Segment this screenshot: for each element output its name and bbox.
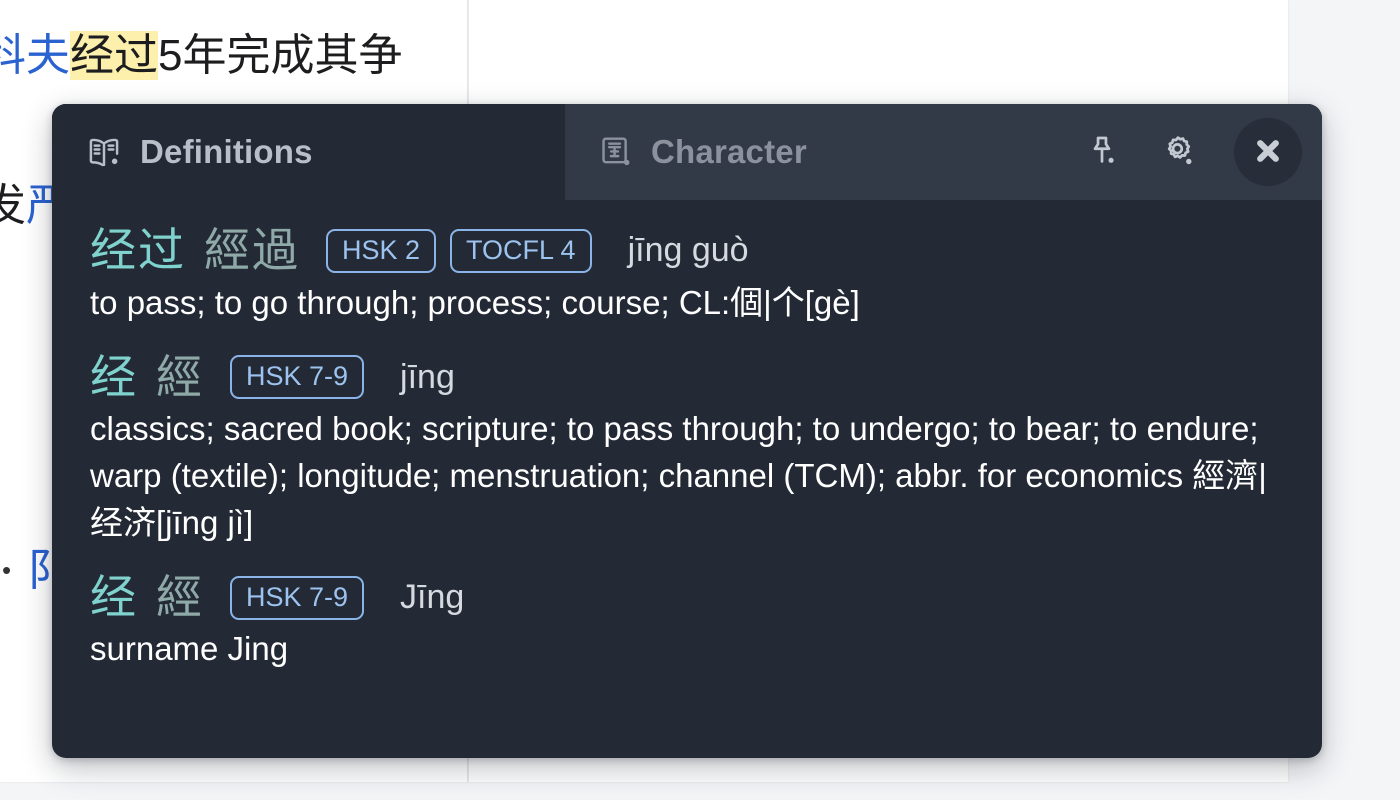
close-icon [1251,134,1285,171]
popup-header: Definitions Character [52,104,1322,200]
dictionary-entry: 经 經 HSK 7-9 Jīng surname Jing [90,572,1288,674]
tab-character[interactable]: Character [565,104,841,200]
dictionary-entry: 经 經 HSK 7-9 jīng classics; sacred book; … [90,352,1288,547]
level-badges: HSK 7-9 [230,575,365,620]
character-card-icon [599,135,633,169]
definition-text: classics; sacred book; scripture; to pas… [90,410,1267,541]
entry-header: 经 經 HSK 7-9 Jīng [90,572,1288,623]
tocfl-badge: TOCFL 4 [450,228,592,273]
tab-definitions-label: Definitions [140,133,313,170]
simplified-headword[interactable]: 经过 [90,225,186,276]
page-link-text[interactable]: 科夫 [0,31,70,80]
gear-icon [1160,133,1196,172]
traditional-headword[interactable]: 經過 [204,225,300,276]
hsk-badge: HSK 2 [326,228,437,273]
settings-button[interactable] [1154,128,1202,176]
header-spacer [841,104,1078,200]
book-icon [86,136,122,168]
definition-text: to pass; to go through; process; course;… [90,283,860,321]
dictionary-entry: 经过 經過 HSK 2 TOCFL 4 jīng guò to pass; to… [90,225,1288,327]
page-text-line-1: 科夫经过5年完成其争 [0,30,402,83]
definitions-list: 经过 經過 HSK 2 TOCFL 4 jīng guò to pass; to… [52,200,1322,758]
close-button[interactable] [1234,118,1302,186]
entry-header: 经 經 HSK 7-9 jīng [90,352,1288,403]
pin-icon [1085,134,1119,171]
tab-definitions[interactable]: Definitions [52,104,565,200]
pinyin-reading: Jīng [400,578,465,617]
pinyin-reading: jīng guò [627,231,749,270]
pin-button[interactable] [1078,128,1126,176]
hsk-badge: HSK 7-9 [230,575,365,620]
hsk-badge: HSK 7-9 [230,355,365,400]
entry-header: 经过 經過 HSK 2 TOCFL 4 jīng guò [90,225,1288,276]
simplified-headword[interactable]: 经 [90,352,138,403]
header-actions [1078,104,1322,200]
page-plain-text: 5年完成其争 [158,31,403,80]
definition-text: surname Jing [90,630,289,668]
dictionary-popup: Definitions Character 经过 經過 HSK 2 TOCFL … [52,104,1322,758]
traditional-headword[interactable]: 經 [156,352,204,403]
tab-character-label: Character [651,133,807,170]
list-bullet-icon: • [2,555,12,585]
page-plain-text-2: 发 [0,181,26,230]
highlighted-term[interactable]: 经过 [70,31,158,80]
simplified-headword[interactable]: 经 [90,572,138,623]
level-badges: HSK 2 TOCFL 4 [326,228,592,273]
level-badges: HSK 7-9 [230,355,365,400]
pinyin-reading: jīng [400,357,455,396]
traditional-headword[interactable]: 經 [156,572,204,623]
